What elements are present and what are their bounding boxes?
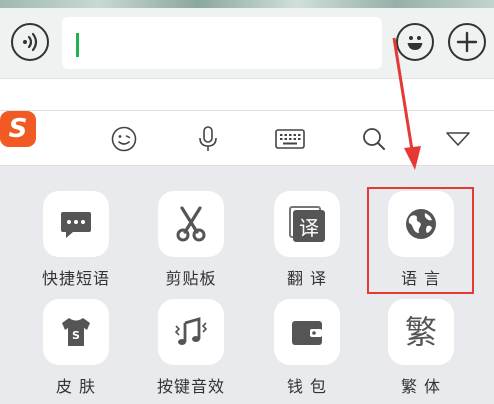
logo-letter: S — [8, 114, 28, 144]
menu-tile[interactable] — [158, 191, 224, 257]
music-note-icon — [174, 317, 208, 345]
svg-text:S: S — [72, 329, 80, 342]
menu-item-quick-phrases[interactable]: 快捷短语 — [31, 191, 121, 289]
menu-item-label: 繁 体 — [400, 377, 442, 396]
menu-tile[interactable] — [274, 299, 340, 365]
translate-icon: 译 — [289, 206, 325, 242]
message-input[interactable] — [62, 17, 382, 69]
menu-tile[interactable]: 译 — [274, 191, 340, 257]
keyboard-toolbar: S — [0, 110, 494, 166]
menu-item-translate[interactable]: 译 翻 译 — [262, 191, 352, 289]
menu-item-label: 皮 肤 — [55, 377, 97, 396]
wallet-icon — [292, 321, 322, 345]
scissors-icon — [176, 206, 206, 242]
menu-item-label: 剪贴板 — [165, 269, 217, 288]
menu-item-clipboard[interactable]: 剪贴板 — [146, 191, 236, 289]
smiley-icon — [407, 36, 423, 50]
message-bubble-icon — [61, 212, 91, 238]
text-caret — [76, 33, 79, 57]
menu-item-wallet[interactable]: 钱 包 — [262, 299, 352, 397]
chat-input-bar — [0, 8, 494, 78]
search-icon[interactable] — [356, 121, 392, 157]
microphone-icon[interactable] — [190, 121, 226, 157]
menu-tile[interactable]: 繁 — [388, 299, 454, 365]
menu-tile[interactable]: S — [43, 299, 109, 365]
menu-item-label: 钱 包 — [286, 377, 328, 396]
menu-item-traditional-chinese[interactable]: 繁 繁 体 — [376, 299, 466, 397]
collapse-icon[interactable] — [440, 121, 476, 157]
sogou-logo[interactable]: S — [0, 111, 36, 147]
emoji-icon[interactable] — [106, 121, 142, 157]
menu-item-skin[interactable]: S 皮 肤 — [31, 299, 121, 397]
highlight-box — [367, 187, 474, 294]
traditional-chinese-icon: 繁 — [404, 313, 437, 351]
keyboard-icon[interactable] — [272, 121, 308, 157]
candidate-bar — [0, 78, 494, 110]
more-button[interactable] — [448, 23, 486, 61]
tshirt-icon: S — [62, 318, 90, 346]
menu-item-key-sound[interactable]: 按键音效 — [146, 299, 236, 397]
menu-tile[interactable] — [43, 191, 109, 257]
emoji-button[interactable] — [396, 23, 434, 61]
menu-item-label: 快捷短语 — [41, 269, 110, 288]
plus-icon — [456, 31, 478, 53]
menu-item-label: 按键音效 — [156, 377, 225, 396]
voice-input-button[interactable] — [11, 23, 49, 61]
menu-tile[interactable] — [158, 299, 224, 365]
menu-item-label: 翻 译 — [286, 269, 328, 288]
sound-wave-icon — [23, 32, 38, 52]
